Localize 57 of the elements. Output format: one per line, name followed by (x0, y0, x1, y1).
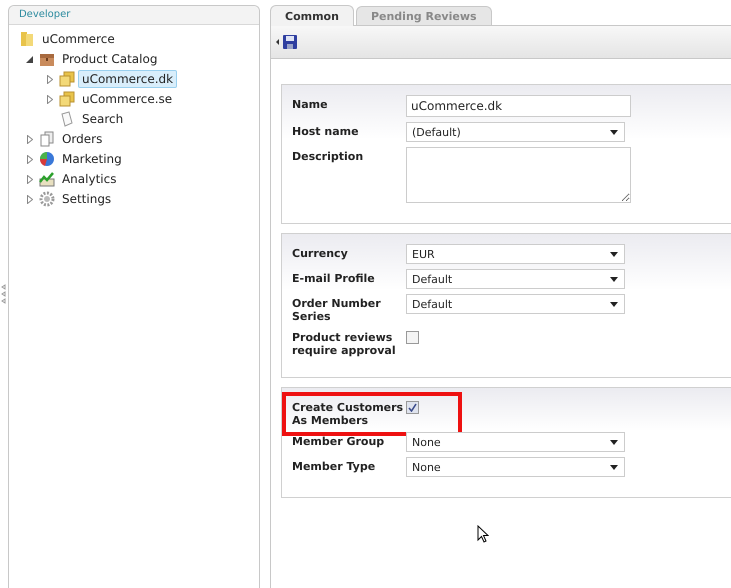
dropdown[interactable]: Default (406, 269, 625, 289)
field-label: Name (292, 97, 329, 111)
description-input[interactable] (406, 147, 631, 203)
dropdown-caret-icon (610, 464, 618, 470)
dropdown-caret-icon (610, 130, 618, 134)
save-icon[interactable] (283, 35, 297, 49)
tree-item[interactable]: Settings (58, 190, 116, 208)
collapse-icon[interactable] (26, 56, 34, 62)
folders-icon (58, 91, 75, 107)
expand-icon[interactable] (26, 134, 33, 144)
field-label: Member Type (292, 459, 376, 473)
field-label: Product reviews require approval (292, 330, 397, 357)
tree-item[interactable]: Product Catalog (58, 50, 162, 68)
splitter-handle-icon[interactable] (1, 284, 6, 304)
dropdown-caret-icon (610, 276, 618, 282)
expand-icon[interactable] (46, 74, 53, 84)
expand-icon[interactable] (26, 154, 33, 164)
field-label: Host name (292, 124, 360, 138)
package-icon (38, 51, 55, 67)
mouse-cursor-icon (477, 525, 489, 543)
tree-item[interactable]: Analytics (58, 170, 120, 188)
tree-item[interactable]: uCommerce.se (78, 90, 176, 108)
expand-icon[interactable] (26, 174, 33, 184)
gear-icon (38, 191, 55, 207)
tab[interactable]: Common (270, 5, 354, 26)
expand-icon[interactable] (26, 194, 33, 204)
expand-icon[interactable] (46, 94, 53, 104)
dropdown[interactable]: (Default) (406, 122, 625, 142)
field-label: Order Number Series (292, 296, 382, 323)
dropdown[interactable]: None (406, 432, 625, 452)
dropdown[interactable]: EUR (406, 244, 625, 264)
tree-item[interactable]: uCommerce.dk (78, 70, 178, 88)
field-label: Member Group (292, 434, 386, 448)
checkbox[interactable] (406, 331, 419, 344)
dropdown-caret-icon (610, 252, 618, 256)
dropdown-caret-icon (610, 440, 618, 444)
field-label: Currency (292, 246, 349, 260)
tree-item[interactable]: Search (78, 110, 128, 128)
dropdown[interactable]: Default (406, 294, 625, 314)
pie-chart-icon (38, 151, 55, 167)
name-input[interactable]: uCommerce.dk (406, 95, 631, 117)
folders-icon (58, 71, 75, 87)
folder-icon (18, 31, 35, 47)
tree-item[interactable]: Marketing (58, 150, 126, 168)
field-label: Description (292, 149, 364, 163)
line-chart-icon (38, 171, 55, 187)
collapse-arrow-icon[interactable] (276, 39, 279, 45)
tree-item[interactable]: Orders (58, 130, 106, 148)
dropdown-caret-icon (610, 302, 618, 306)
dropdown[interactable]: None (406, 457, 625, 477)
field-label: E-mail Profile (292, 271, 376, 285)
tree-item[interactable]: uCommerce (38, 30, 119, 48)
checkbox[interactable] (406, 401, 419, 414)
documents-icon (38, 131, 55, 147)
scroll-icon (58, 111, 75, 127)
field-label: Create Customers As Members (292, 400, 404, 427)
panel-title: Developer (8, 6, 259, 25)
